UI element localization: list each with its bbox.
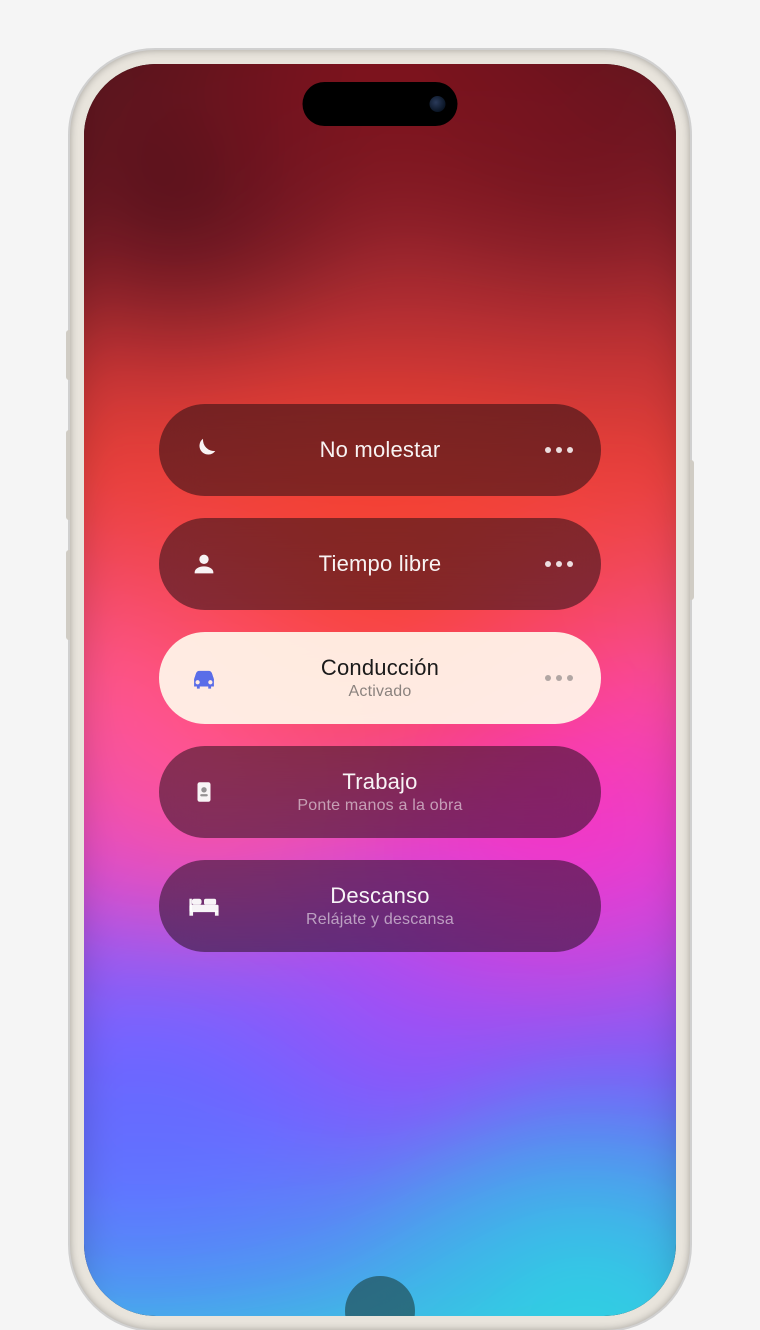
- badge-icon: [187, 775, 221, 809]
- dynamic-island: [303, 82, 458, 126]
- screen: No molestar Tiempo libre: [84, 64, 676, 1316]
- focus-item-do-not-disturb[interactable]: No molestar: [159, 404, 601, 496]
- focus-label: No molestar: [257, 437, 503, 463]
- focus-label: Descanso: [257, 883, 503, 909]
- focus-sublabel: Relájate y descansa: [257, 911, 503, 929]
- power-button: [690, 460, 694, 600]
- more-icon[interactable]: [503, 447, 573, 453]
- bed-icon: [187, 889, 221, 923]
- focus-item-driving[interactable]: Conducción Activado: [159, 632, 601, 724]
- car-icon: [187, 661, 221, 695]
- moon-icon: [187, 433, 221, 467]
- focus-label: Trabajo: [257, 769, 503, 795]
- front-camera: [430, 96, 446, 112]
- focus-sublabel: Ponte manos a la obra: [257, 797, 503, 815]
- focus-text: Descanso Relájate y descansa: [257, 883, 503, 929]
- focus-item-sleep[interactable]: Descanso Relájate y descansa: [159, 860, 601, 952]
- more-icon[interactable]: [503, 561, 573, 567]
- focus-text: Tiempo libre: [257, 551, 503, 577]
- focus-label: Conducción: [257, 655, 503, 681]
- more-icon[interactable]: [503, 675, 573, 681]
- focus-item-personal[interactable]: Tiempo libre: [159, 518, 601, 610]
- focus-label: Tiempo libre: [257, 551, 503, 577]
- focus-text: No molestar: [257, 437, 503, 463]
- person-icon: [187, 547, 221, 581]
- focus-text: Conducción Activado: [257, 655, 503, 701]
- focus-mode-list: No molestar Tiempo libre: [84, 404, 676, 952]
- iphone-frame: No molestar Tiempo libre: [70, 50, 690, 1330]
- focus-text: Trabajo Ponte manos a la obra: [257, 769, 503, 815]
- focus-sublabel: Activado: [257, 683, 503, 701]
- focus-item-work[interactable]: Trabajo Ponte manos a la obra: [159, 746, 601, 838]
